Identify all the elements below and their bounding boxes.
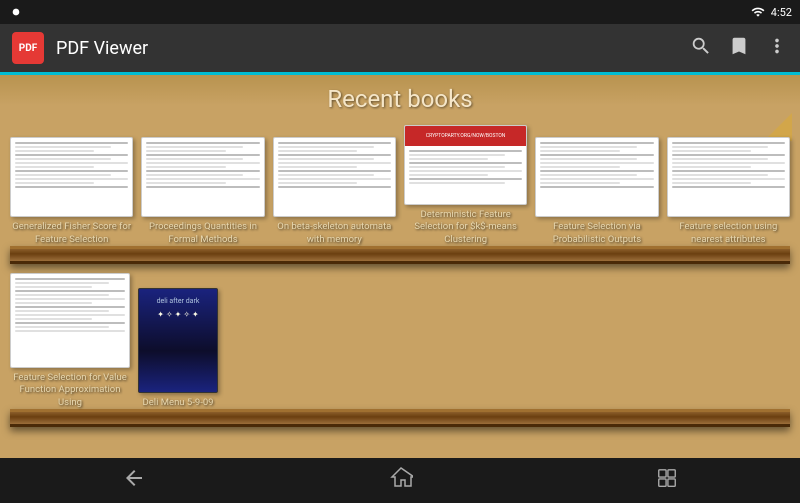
- book-label-6: Feature selection using nearest attribut…: [667, 221, 790, 246]
- book-card-5[interactable]: Feature Selection via Probabilistic Outp…: [535, 137, 658, 246]
- shelf-plank-2: [10, 409, 790, 427]
- bookmark-icon[interactable]: [728, 35, 750, 62]
- shelf-2-books: Feature Selection for Value Function App…: [10, 273, 790, 409]
- wifi-icon: [751, 5, 765, 19]
- book-colored-header-4: CRYPTOPARTY.ORG/NOW/BOSTON: [405, 126, 526, 146]
- dark-book-stars: ✦ ✧ ✦ ✧ ✦: [139, 306, 217, 323]
- book-card-3[interactable]: On beta-skeleton automata with memory: [273, 137, 396, 246]
- app-title: PDF Viewer: [56, 38, 678, 59]
- book-card-1[interactable]: Generalized Fisher Score for Feature Sel…: [10, 137, 133, 246]
- app-bar: PDF PDF Viewer: [0, 24, 800, 72]
- search-icon[interactable]: [690, 35, 712, 62]
- book-label-8: Deli Menu 5-9-09: [140, 397, 215, 409]
- shelf-row-1: Generalized Fisher Score for Feature Sel…: [0, 119, 800, 267]
- book-card-2[interactable]: Proceedings Quantities in Formal Methods: [141, 137, 264, 246]
- book-thumbnail-1: [10, 137, 133, 217]
- book-card-4[interactable]: CRYPTOPARTY.ORG/NOW/BOSTON Determ: [404, 125, 527, 246]
- dark-book-title: deli after dark: [139, 289, 217, 306]
- book-thumbnail-2: [141, 137, 264, 217]
- notification-icon: [8, 4, 24, 20]
- shelf-plank-1: [10, 246, 790, 264]
- book-card-8[interactable]: deli after dark ✦ ✧ ✦ ✧ ✦ Deli Menu 5-9-…: [138, 288, 218, 409]
- book-label-3: On beta-skeleton automata with memory: [273, 221, 396, 246]
- nav-bar: [0, 458, 800, 502]
- status-bar: 4:52: [0, 0, 800, 24]
- status-left-icons: [8, 4, 24, 20]
- status-right-icons: 4:52: [751, 5, 792, 19]
- book-card-6[interactable]: Feature selection using nearest attribut…: [667, 137, 790, 246]
- action-icons: [690, 35, 788, 62]
- book-thumbnail-7: [10, 273, 130, 368]
- recent-apps-button[interactable]: [636, 459, 698, 502]
- page-title: Recent books: [0, 75, 800, 119]
- shelf-row-2: Feature Selection for Value Function App…: [0, 267, 800, 422]
- home-button[interactable]: [369, 458, 433, 503]
- back-button[interactable]: [102, 458, 166, 503]
- book-label-2: Proceedings Quantities in Formal Methods: [141, 221, 264, 246]
- book-card-7[interactable]: Feature Selection for Value Function App…: [10, 273, 130, 409]
- book-thumbnail-3: [273, 137, 396, 217]
- book-label-1: Generalized Fisher Score for Feature Sel…: [10, 221, 133, 246]
- bookshelf: Recent books: [0, 75, 800, 458]
- book-label-5: Feature Selection via Probabilistic Outp…: [535, 221, 658, 246]
- more-options-icon[interactable]: [766, 35, 788, 62]
- book-thumbnail-4: CRYPTOPARTY.ORG/NOW/BOSTON: [404, 125, 527, 205]
- book-label-7: Feature Selection for Value Function App…: [10, 372, 130, 409]
- time-display: 4:52: [771, 6, 792, 19]
- book-thumbnail-5: [535, 137, 658, 217]
- book-thumbnail-8: deli after dark ✦ ✧ ✦ ✧ ✦: [138, 288, 218, 393]
- book-thumbnail-6: [667, 137, 790, 217]
- shelf-1-books: Generalized Fisher Score for Feature Sel…: [10, 125, 790, 246]
- pdf-app-icon: PDF: [12, 32, 44, 64]
- book-label-4: Deterministic Feature Selection for $k$-…: [404, 209, 527, 246]
